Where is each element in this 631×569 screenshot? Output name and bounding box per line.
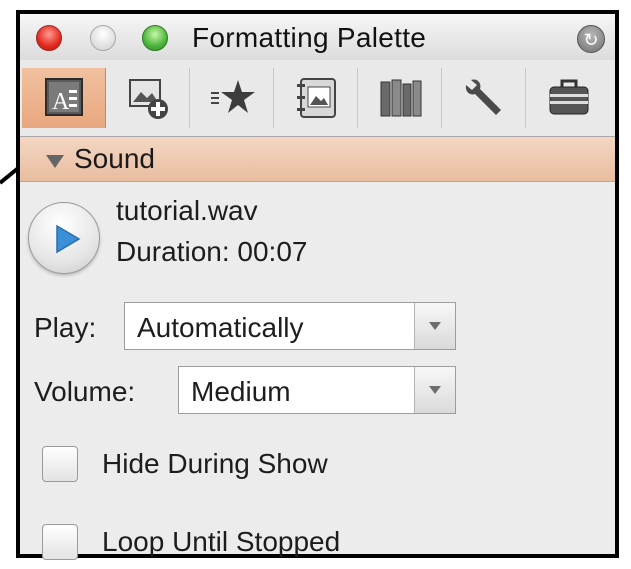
loop-until-stopped-checkbox[interactable] xyxy=(42,524,78,560)
palette-toggle-button[interactable]: ↻ xyxy=(577,25,605,53)
play-icon xyxy=(56,224,81,254)
play-select-value: Automatically xyxy=(137,312,304,343)
volume-select-arrow[interactable] xyxy=(414,367,455,413)
wrench-icon xyxy=(465,79,501,115)
disclosure-triangle-icon[interactable] xyxy=(46,155,64,168)
tab-add-object[interactable] xyxy=(106,68,190,128)
play-select-arrow[interactable] xyxy=(414,303,455,349)
volume-select[interactable]: Medium xyxy=(178,366,456,414)
window-title: Formatting Palette xyxy=(192,22,427,53)
album-icon xyxy=(297,78,336,118)
formatting-palette-window: Formatting Palette ↻ A Sound tutorial.wa… xyxy=(16,10,619,560)
tab-project-gallery[interactable] xyxy=(526,68,610,128)
text-format-icon: A xyxy=(45,78,83,116)
zoom-button[interactable] xyxy=(142,25,168,51)
sound-section-header[interactable]: Sound xyxy=(20,137,615,182)
sound-duration: Duration: 00:07 xyxy=(116,236,308,267)
close-button[interactable] xyxy=(36,25,62,51)
sound-panel: tutorial.wav Duration: 00:07 Play: Autom… xyxy=(20,182,615,560)
chevron-down-icon xyxy=(429,386,441,394)
tab-slide-design[interactable] xyxy=(274,68,358,128)
minimize-button[interactable] xyxy=(90,25,116,51)
section-title: Sound xyxy=(74,143,155,174)
sound-file-name: tutorial.wav xyxy=(116,195,258,226)
volume-label: Volume: xyxy=(34,376,136,407)
tab-custom-animation[interactable] xyxy=(190,68,274,128)
hide-during-show-checkbox[interactable] xyxy=(42,446,78,482)
tab-tools[interactable] xyxy=(442,68,526,128)
tab-text-format[interactable]: A xyxy=(22,68,106,128)
volume-select-value: Medium xyxy=(191,376,291,407)
svg-text:A: A xyxy=(52,89,70,115)
add-picture-icon xyxy=(129,79,168,119)
title-bar: Formatting Palette ↻ xyxy=(20,14,615,60)
hide-during-show-label: Hide During Show xyxy=(102,448,328,479)
loop-until-stopped-label: Loop Until Stopped xyxy=(102,526,341,557)
play-sound-button[interactable] xyxy=(28,202,100,274)
list-star-icon xyxy=(211,80,255,113)
play-select[interactable]: Automatically xyxy=(124,302,456,350)
palette-toolbar: A xyxy=(20,60,615,137)
play-label: Play: xyxy=(34,312,97,343)
briefcase-icon xyxy=(549,79,589,115)
tab-reference-tools[interactable] xyxy=(358,68,442,128)
books-icon xyxy=(380,79,422,117)
chevron-down-icon xyxy=(429,322,441,330)
